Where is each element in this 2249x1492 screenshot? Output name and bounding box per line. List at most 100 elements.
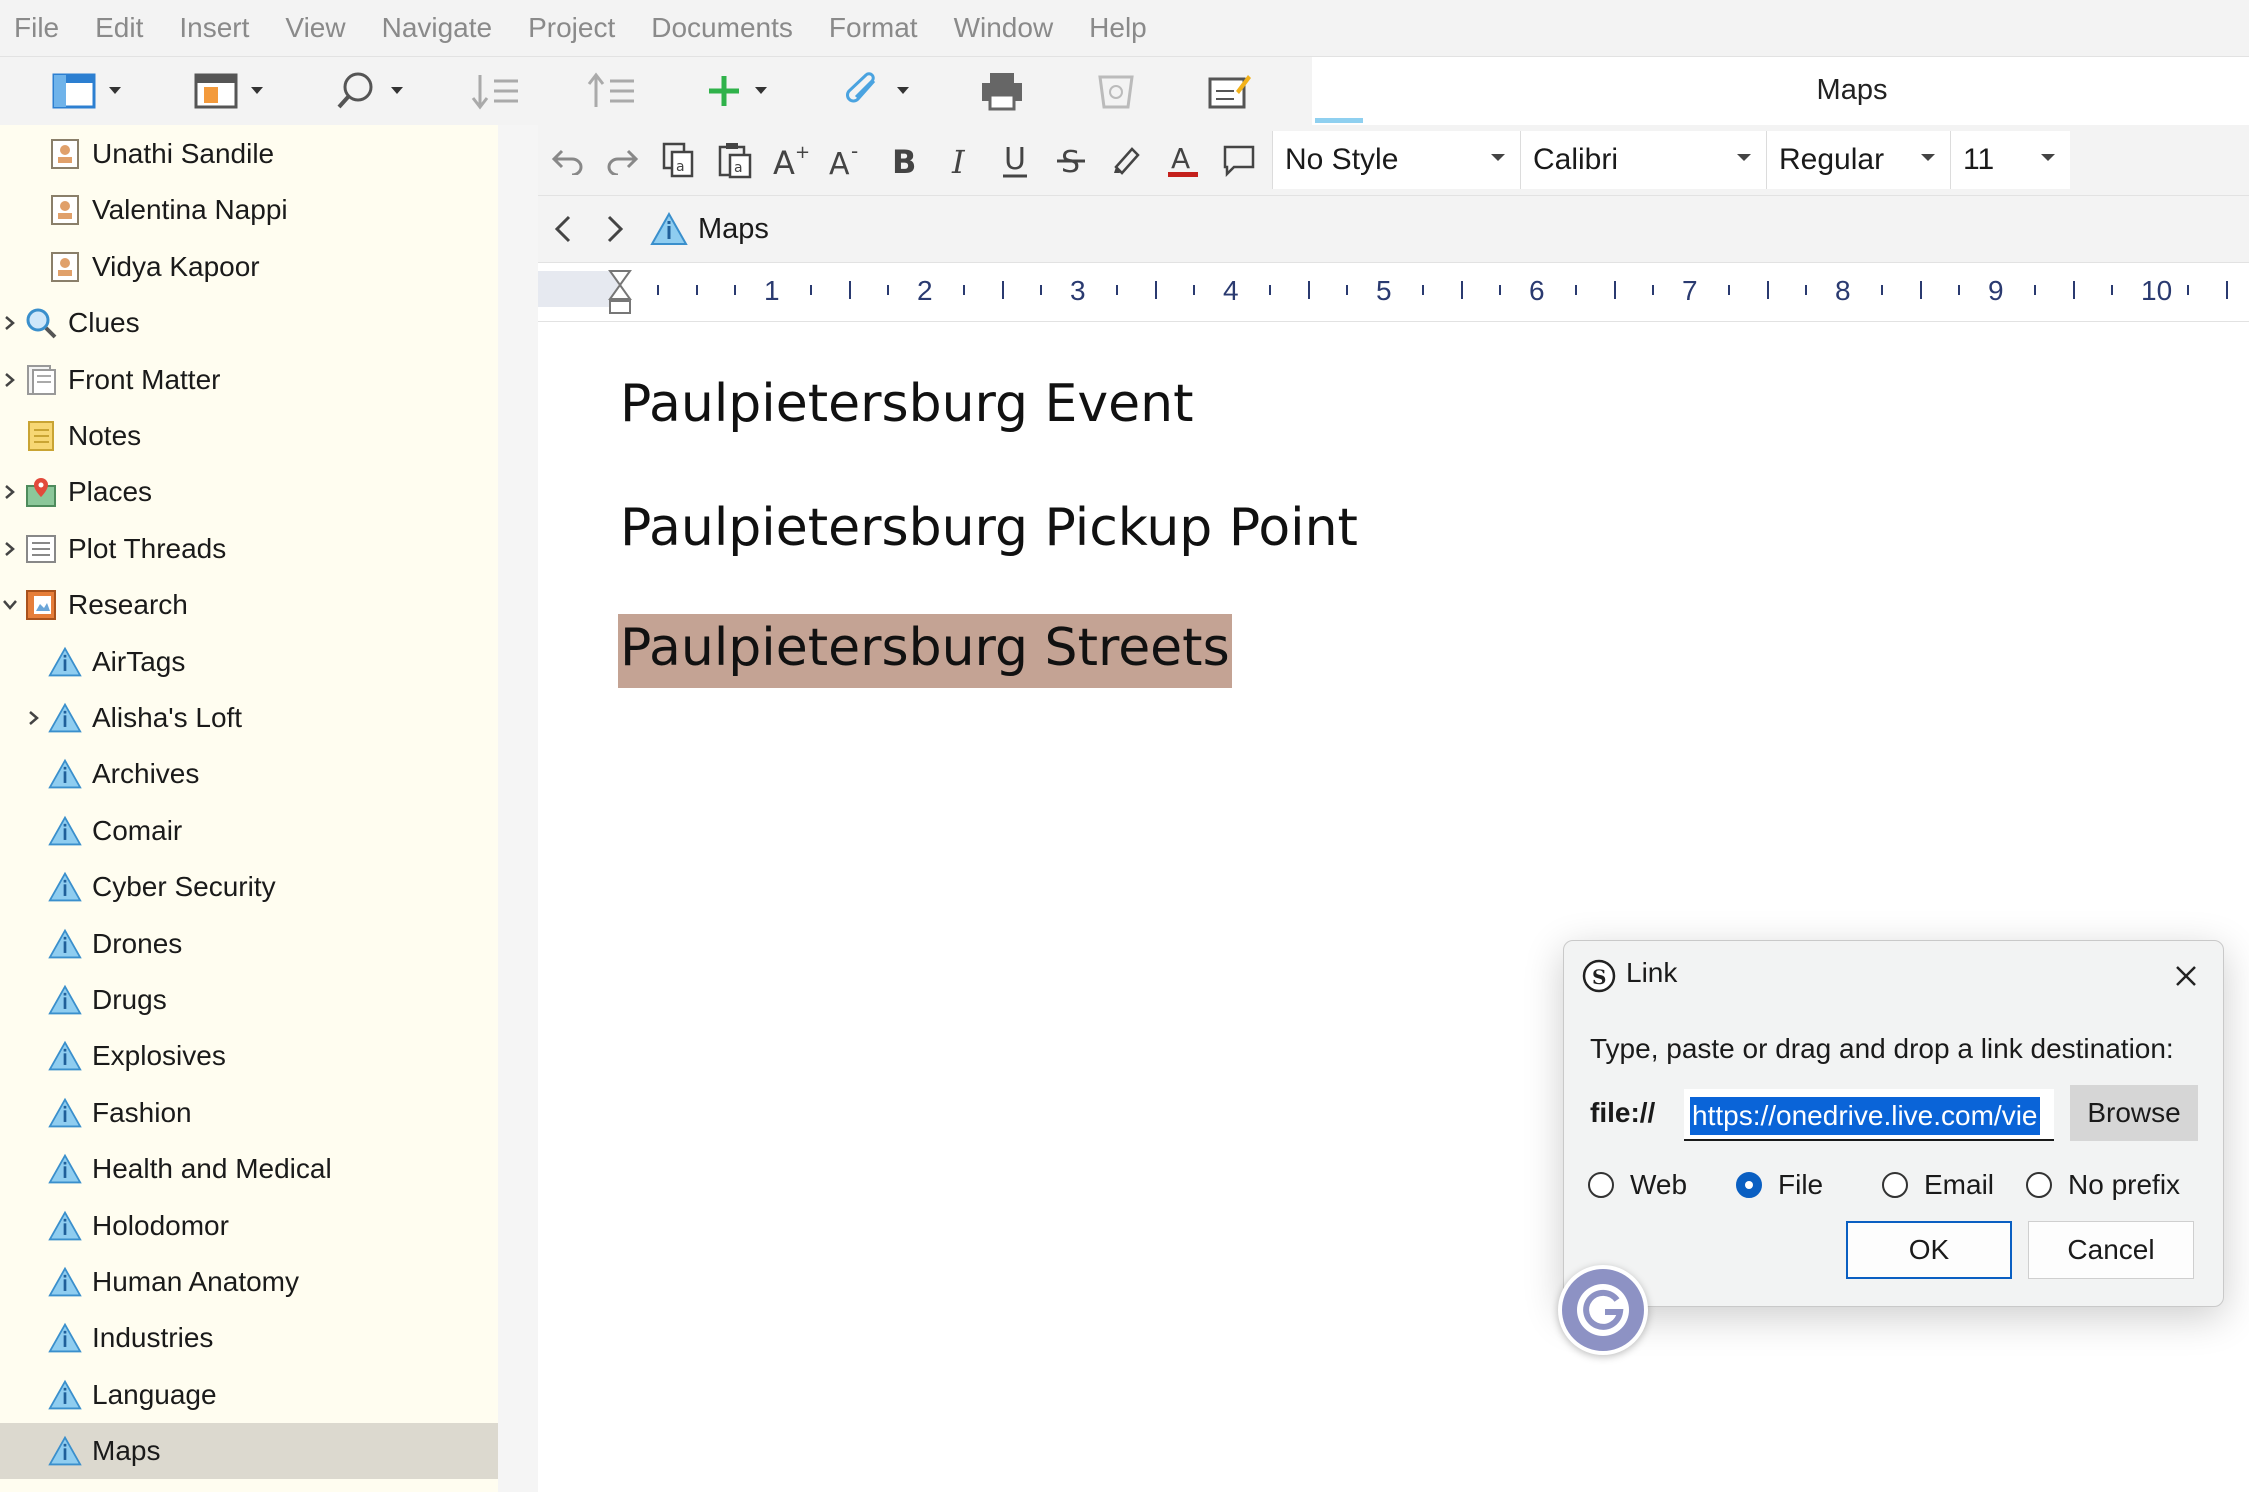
binder-splitter[interactable] — [498, 125, 539, 1492]
binder-item-notes[interactable]: Notes — [0, 408, 498, 464]
undo-button[interactable] — [542, 135, 592, 185]
radio-web[interactable]: Web — [1588, 1163, 1687, 1207]
move-up-button[interactable] — [586, 65, 636, 117]
menu-insert[interactable]: Insert — [161, 0, 267, 56]
menu-format[interactable]: Format — [811, 0, 936, 56]
menu-view[interactable]: View — [267, 0, 363, 56]
view-mode-button[interactable] — [52, 65, 122, 117]
chevron-right-icon[interactable] — [0, 295, 20, 351]
strikethrough-button[interactable]: S — [1046, 135, 1096, 185]
binder-item-drugs[interactable]: Drugs — [0, 972, 498, 1028]
menu-help[interactable]: Help — [1071, 0, 1165, 56]
binder-item-fashion[interactable]: Fashion — [0, 1085, 498, 1141]
font-select[interactable]: Calibri — [1520, 131, 1766, 189]
binder-item-explosives[interactable]: Explosives — [0, 1028, 498, 1084]
back-button[interactable] — [552, 196, 574, 262]
binder-item-label: Archives — [92, 758, 200, 790]
radio-file[interactable]: File — [1736, 1163, 1823, 1207]
highlight-button[interactable] — [1102, 135, 1152, 185]
font-weight-select[interactable]: Regular — [1766, 131, 1950, 189]
binder-item-front-matter[interactable]: Front Matter — [0, 352, 498, 408]
style-select[interactable]: No Style — [1272, 131, 1520, 189]
menu-edit[interactable]: Edit — [77, 0, 161, 56]
menu-file[interactable]: File — [0, 0, 77, 56]
bold-button[interactable]: B — [878, 135, 928, 185]
menu-documents[interactable]: Documents — [633, 0, 811, 56]
binder-item-alisha-s-loft[interactable]: Alisha's Loft — [0, 690, 498, 746]
binder-item-vidya-kapoor[interactable]: Vidya Kapoor — [0, 239, 498, 295]
binder-item-cyber-security[interactable]: Cyber Security — [0, 859, 498, 915]
editor-pane[interactable]: Paulpietersburg Event Paulpietersburg Pi… — [538, 322, 2249, 1492]
copy-button[interactable]: a — [654, 135, 704, 185]
binder-item-archives[interactable]: Archives — [0, 746, 498, 802]
link-url-input[interactable]: https://onedrive.live.com/vie — [1684, 1089, 2054, 1141]
inspector-button[interactable] — [1208, 65, 1252, 117]
italic-button[interactable]: I — [934, 135, 984, 185]
document-tab-title[interactable]: Maps — [1312, 56, 2249, 124]
ruler-tick — [1192, 285, 1195, 295]
ruler-tick — [1651, 285, 1654, 295]
browse-button[interactable]: Browse — [2070, 1085, 2198, 1141]
font-shrink-button[interactable]: A- — [822, 135, 872, 185]
ruler-margin — [538, 271, 618, 307]
cancel-button[interactable]: Cancel — [2028, 1221, 2194, 1279]
binder-item-industries[interactable]: Industries — [0, 1310, 498, 1366]
menu-window[interactable]: Window — [936, 0, 1072, 56]
quick-search-button[interactable] — [336, 65, 404, 117]
document-line[interactable]: Paulpietersburg Event — [620, 374, 1194, 434]
forward-button[interactable] — [604, 196, 626, 262]
binder-item-valentina-nappi[interactable]: Valentina Nappi — [0, 182, 498, 238]
redo-button[interactable] — [598, 135, 648, 185]
attach-button[interactable] — [844, 65, 910, 117]
binder-item-airtags[interactable]: AirTags — [0, 634, 498, 690]
binder-item-drones[interactable]: Drones — [0, 916, 498, 972]
grammarly-badge[interactable] — [1558, 1265, 1648, 1355]
binder-item-unathi-sandile[interactable]: Unathi Sandile — [0, 126, 498, 182]
trash-button[interactable] — [1096, 65, 1136, 117]
radio-email[interactable]: Email — [1882, 1163, 1994, 1207]
font-grow-button[interactable]: A + — [766, 135, 816, 185]
chevron-down-icon[interactable] — [0, 577, 20, 633]
character-card-icon — [48, 137, 82, 171]
binder-item-health-and-medical[interactable]: Health and Medical — [0, 1141, 498, 1197]
document-breadcrumb[interactable]: Maps — [650, 196, 769, 262]
radio-no-prefix[interactable]: No prefix — [2026, 1163, 2180, 1207]
document-line-selected[interactable]: Paulpietersburg Streets — [618, 614, 1232, 688]
underline-button[interactable]: U — [990, 135, 1040, 185]
dialog-close-button[interactable] — [2169, 959, 2203, 993]
ruler-tick — [1957, 285, 1960, 295]
move-down-button[interactable] — [470, 65, 520, 117]
binder-item-plot-threads[interactable]: Plot Threads — [0, 521, 498, 577]
menu-project[interactable]: Project — [510, 0, 633, 56]
binder-item-places[interactable]: Places — [0, 464, 498, 520]
chevron-right-icon[interactable] — [24, 690, 44, 746]
underline-icon: U — [1003, 142, 1027, 178]
binder-item-language[interactable]: Language — [0, 1367, 498, 1423]
font-size-select[interactable]: 11 — [1950, 131, 2070, 189]
binder-item-label: Places — [68, 476, 153, 508]
document-line[interactable]: Paulpietersburg Pickup Point — [620, 498, 1358, 558]
chevron-right-icon[interactable] — [0, 521, 20, 577]
ruler-tick — [1919, 281, 1922, 299]
group-mode-button[interactable] — [194, 65, 264, 117]
chevron-right-icon[interactable] — [0, 352, 20, 408]
paste-button[interactable]: a — [710, 135, 760, 185]
indent-marker-icon[interactable] — [608, 269, 632, 315]
binder-item-maps[interactable]: Maps — [0, 1423, 498, 1480]
text-color-button[interactable]: A — [1158, 135, 1208, 185]
add-item-button[interactable] — [706, 65, 768, 117]
binder-item-comair[interactable]: Comair — [0, 803, 498, 859]
comment-button[interactable] — [1214, 135, 1264, 185]
link-url-value: https://onedrive.live.com/vie — [1690, 1097, 2040, 1135]
binder-item-holodomor[interactable]: Holodomor — [0, 1198, 498, 1254]
svg-text:a: a — [734, 160, 743, 176]
binder-item-human-anatomy[interactable]: Human Anatomy — [0, 1254, 498, 1310]
paste-icon: a — [718, 143, 752, 179]
binder-item-clues[interactable]: Clues — [0, 295, 498, 351]
print-button[interactable] — [980, 65, 1024, 117]
binder-item-research[interactable]: Research — [0, 577, 498, 633]
menu-navigate[interactable]: Navigate — [364, 0, 511, 56]
ok-button[interactable]: OK — [1846, 1221, 2012, 1279]
dialog-titlebar[interactable]: S Link — [1564, 941, 2223, 1011]
chevron-right-icon[interactable] — [0, 464, 20, 520]
